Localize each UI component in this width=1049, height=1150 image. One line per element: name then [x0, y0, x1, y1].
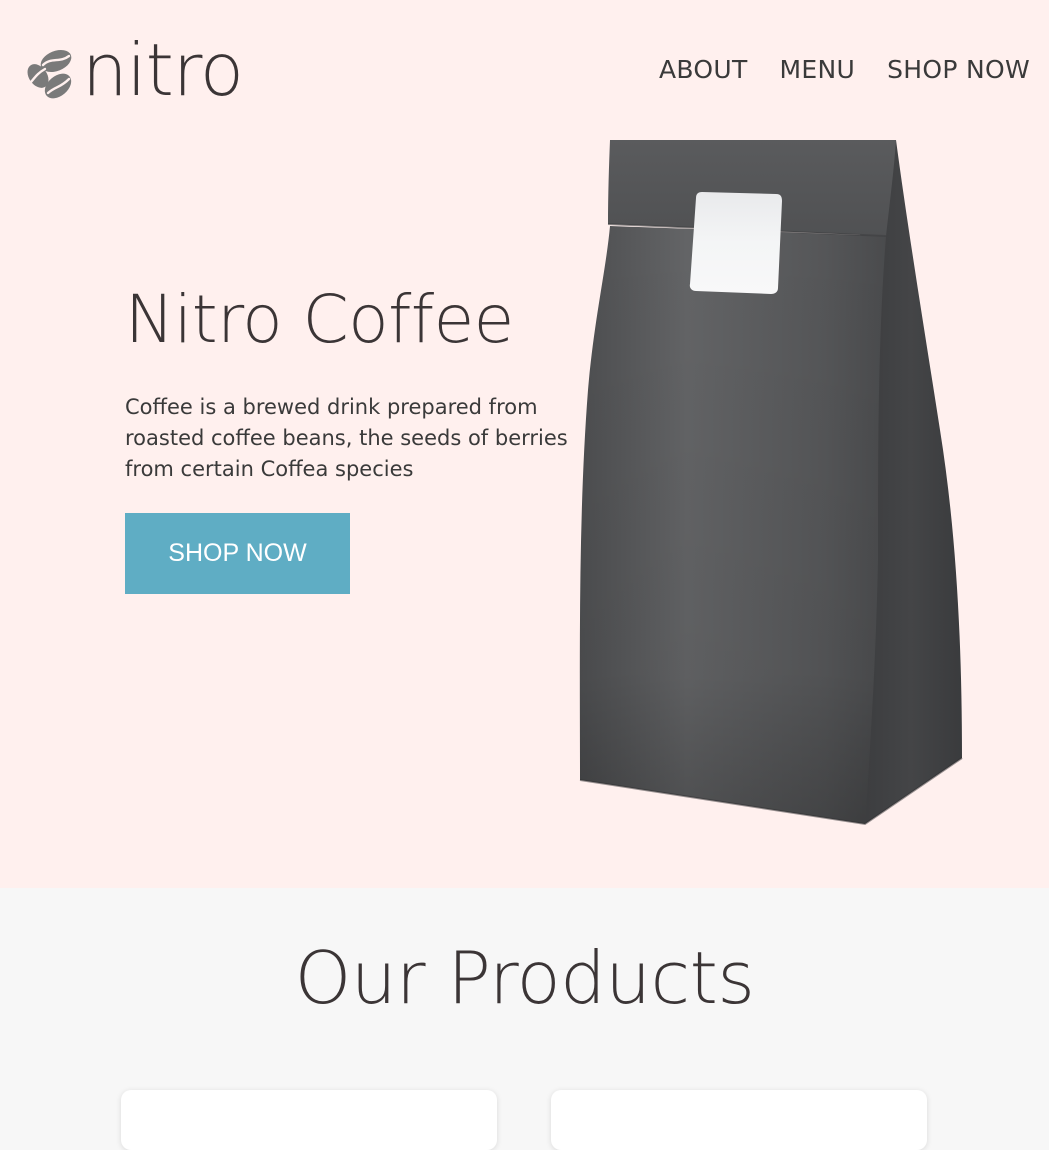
coffee-beans-icon: [27, 49, 72, 99]
hero-title: Nitro Coffee: [125, 281, 514, 358]
site-header: nitro ABOUT MENU SHOP NOW: [0, 0, 1049, 140]
product-card[interactable]: [551, 1090, 927, 1150]
nav-item-about[interactable]: ABOUT: [659, 52, 748, 88]
product-card[interactable]: [121, 1090, 497, 1150]
products-title: Our Products: [294, 936, 755, 1020]
nav-item-menu[interactable]: MENU: [780, 52, 856, 88]
hero-description: Coffee is a brewed drink prepared from r…: [125, 395, 568, 481]
hero-section: nitro ABOUT MENU SHOP NOW Nitro Coffee C…: [0, 0, 1049, 888]
main-nav: ABOUT MENU SHOP NOW: [659, 52, 1030, 88]
products-section: Our Products: [0, 888, 1049, 1150]
nav-item-shop-now[interactable]: SHOP NOW: [887, 52, 1030, 88]
coffee-bag-image: [579, 140, 963, 826]
brand-name: nitro: [82, 28, 244, 112]
shop-now-button[interactable]: SHOP NOW: [125, 513, 350, 594]
brand-logo[interactable]: nitro: [24, 34, 244, 106]
hero-content: Nitro Coffee Coffee is a brewed drink pr…: [125, 278, 575, 594]
